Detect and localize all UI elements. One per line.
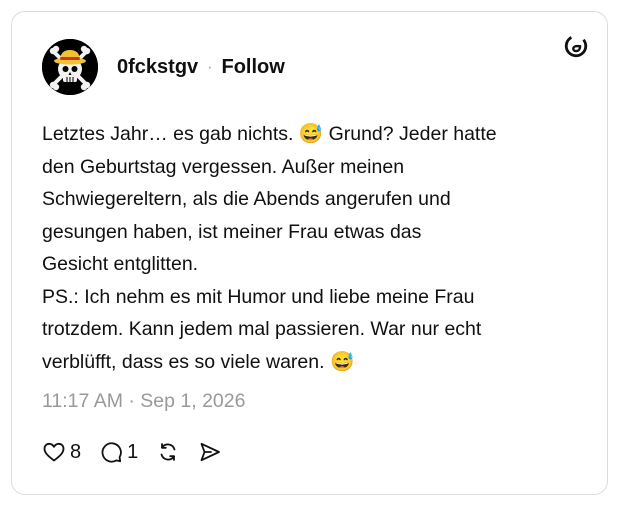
like-button[interactable]: 8 xyxy=(42,440,81,464)
separator-dot: · xyxy=(207,58,213,76)
follow-button[interactable]: Follow xyxy=(221,56,284,79)
send-icon xyxy=(200,442,221,462)
speech-bubble-icon xyxy=(101,442,122,463)
post-timestamp[interactable]: 11:17 AM · Sep 1, 2026 xyxy=(42,390,245,413)
reply-count: 1 xyxy=(127,440,139,463)
reply-button[interactable]: 1 xyxy=(99,440,138,464)
username[interactable]: 0fckstgv xyxy=(117,56,198,79)
heart-icon xyxy=(43,442,65,462)
straw-hat-skull-icon xyxy=(42,39,98,95)
action-bar: 8 1 xyxy=(42,440,240,464)
threads-logo-icon[interactable] xyxy=(563,33,589,59)
share-button[interactable] xyxy=(198,440,222,464)
like-count: 8 xyxy=(70,440,82,463)
threads-post-card: 0fckstgv · Follow Letztes Jahr… es gab n… xyxy=(11,11,608,495)
avatar[interactable] xyxy=(42,39,98,95)
repost-icon xyxy=(160,443,176,461)
post-text: Letztes Jahr… es gab nichts. 😅 Grund? Je… xyxy=(42,123,497,373)
repost-button[interactable] xyxy=(156,440,180,464)
post-header: 0fckstgv · Follow xyxy=(117,56,285,79)
